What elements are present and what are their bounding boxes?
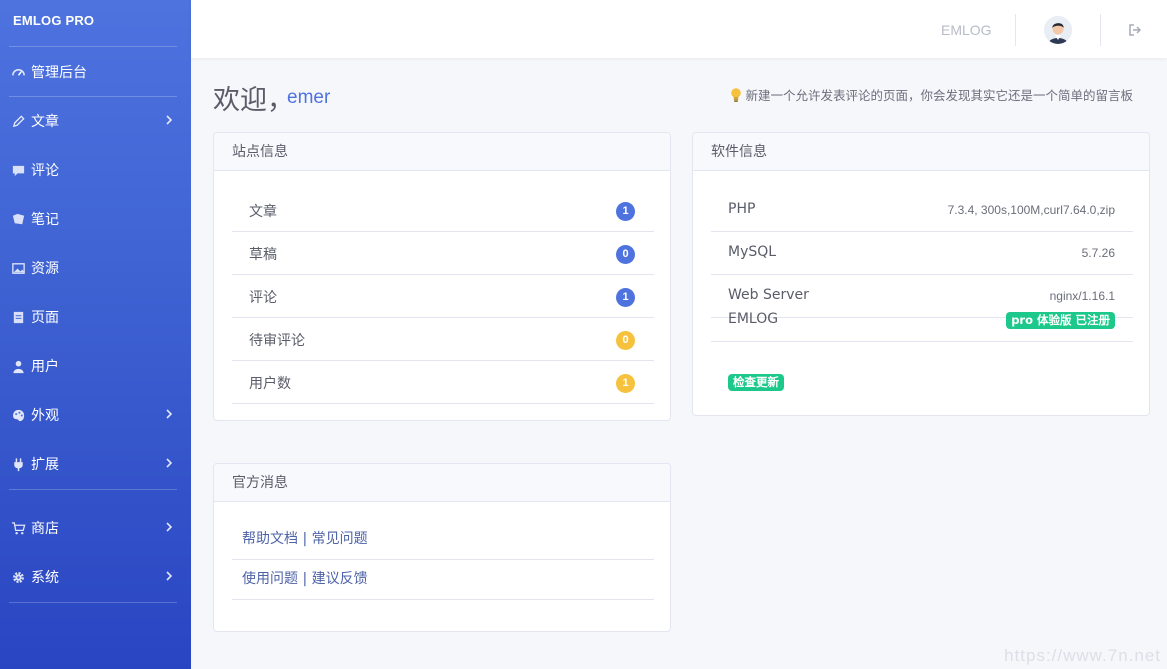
- news-link[interactable]: 常见问题: [312, 531, 368, 547]
- sidebar-item-extra-1[interactable]: 系统: [0, 557, 191, 597]
- software-row-label: PHP: [728, 201, 756, 217]
- site-info-row: 评论 1: [232, 275, 654, 318]
- site-info-row: 文章 1: [232, 189, 654, 232]
- news-row: 帮助文档 | 常见问题: [232, 520, 654, 560]
- sidebar-item-main-4[interactable]: 页面: [0, 297, 191, 337]
- note-icon: [10, 211, 27, 228]
- sidebar-item-main-6[interactable]: 外观: [0, 395, 191, 435]
- tip-text: 新建一个允许发表评论的页面，你会发现其实它还是一个简单的留言板: [730, 85, 1133, 104]
- news-card: 官方消息 帮助文档 | 常见问题 使用问题 | 建议反馈: [213, 463, 671, 632]
- news-link[interactable]: 建议反馈: [312, 571, 368, 587]
- plug-icon: [10, 456, 27, 473]
- license-badge: pro 体验版 已注册: [1006, 312, 1115, 329]
- software-row-value: 7.3.4, 300s,100M,curl7.64.0,zip: [947, 203, 1115, 217]
- count-badge: 1: [616, 202, 635, 221]
- sidebar-item-label: 管理后台: [31, 65, 87, 81]
- chevron-right-icon: [166, 522, 173, 532]
- user-icon: [10, 358, 27, 375]
- site-info-card: 站点信息 文章 1 草稿 0 评论 1 待审评论 0 用户数 1: [213, 132, 671, 421]
- sidebar-item-main-5[interactable]: 用户: [0, 346, 191, 386]
- watermark: https://www.7n.net: [1004, 646, 1161, 665]
- news-separator: |: [298, 531, 312, 547]
- logout-icon[interactable]: [1128, 22, 1142, 36]
- count-badge: 1: [616, 288, 635, 307]
- count-badge: 0: [616, 245, 635, 264]
- sidebar-item-label: 外观: [31, 408, 59, 424]
- site-info-title: 站点信息: [214, 133, 670, 171]
- sidebar-item-label: 页面: [31, 310, 59, 326]
- chevron-right-icon: [166, 458, 173, 468]
- software-row-label: MySQL: [728, 244, 777, 260]
- sidebar-item-label: 笔记: [31, 212, 59, 228]
- site-info-label: 评论: [249, 290, 277, 306]
- chevron-right-icon: [166, 571, 173, 581]
- sidebar: EMLOG PRO 管理后台 文章评论笔记资源页面用户外观扩展 商店系统: [0, 0, 191, 669]
- sidebar-item-extra-0[interactable]: 商店: [0, 508, 191, 548]
- sidebar-item-label: 系统: [31, 570, 59, 586]
- gear-icon: [10, 569, 27, 586]
- software-row-value: 5.7.26: [1081, 246, 1115, 260]
- site-info-row: 用户数 1: [232, 361, 654, 404]
- sidebar-item-label: 商店: [31, 521, 59, 537]
- sidebar-item-main-7[interactable]: 扩展: [0, 444, 191, 484]
- sidebar-divider: [9, 46, 177, 47]
- sidebar-item-dashboard[interactable]: 管理后台: [0, 52, 191, 92]
- news-separator: |: [298, 571, 312, 587]
- site-info-label: 文章: [249, 204, 277, 220]
- sidebar-divider: [9, 602, 177, 603]
- welcome-username: emer: [287, 87, 331, 108]
- site-info-label: 待审评论: [249, 333, 305, 349]
- pencil-icon: [10, 113, 27, 130]
- sidebar-item-label: 用户: [31, 359, 59, 375]
- software-info-row: MySQL 5.7.26: [711, 232, 1133, 275]
- sidebar-item-label: 文章: [31, 114, 59, 130]
- site-name-link[interactable]: EMLOG: [941, 22, 992, 38]
- palette-icon: [10, 407, 27, 424]
- comment-icon: [10, 162, 27, 179]
- news-row: 使用问题 | 建议反馈: [232, 560, 654, 600]
- tip-label: 新建一个允许发表评论的页面，你会发现其实它还是一个简单的留言板: [745, 88, 1133, 103]
- image-icon: [10, 260, 27, 277]
- count-badge: 0: [616, 331, 635, 350]
- site-info-label: 用户数: [249, 376, 291, 392]
- sidebar-item-main-3[interactable]: 资源: [0, 248, 191, 288]
- sidebar-item-main-0[interactable]: 文章: [0, 101, 191, 141]
- chevron-right-icon: [166, 409, 173, 419]
- user-avatar[interactable]: [1044, 16, 1072, 44]
- news-link[interactable]: 帮助文档: [242, 531, 298, 547]
- sidebar-item-label: 扩展: [31, 457, 59, 473]
- dashboard-icon: [10, 64, 27, 81]
- page-icon: [10, 309, 27, 326]
- site-info-row: 待审评论 0: [232, 318, 654, 361]
- topbar: EMLOG: [191, 0, 1167, 58]
- sidebar-item-main-2[interactable]: 笔记: [0, 199, 191, 239]
- news-title: 官方消息: [214, 464, 670, 502]
- cart-icon: [10, 520, 27, 537]
- chevron-right-icon: [166, 115, 173, 125]
- sidebar-item-label: 评论: [31, 163, 59, 179]
- lightbulb-icon: [731, 87, 742, 102]
- site-info-label: 草稿: [249, 247, 277, 263]
- sidebar-item-label: 资源: [31, 261, 59, 277]
- count-badge: 1: [616, 374, 635, 393]
- software-row-emlog: EMLOG pro 体验版 已注册: [711, 299, 1133, 342]
- topbar-divider: [1100, 14, 1101, 46]
- welcome-heading: 欢迎，: [213, 85, 294, 116]
- software-info-card: 软件信息 PHP 7.3.4, 300s,100M,curl7.64.0,zip M…: [692, 132, 1150, 416]
- software-info-row: PHP 7.3.4, 300s,100M,curl7.64.0,zip: [711, 189, 1133, 232]
- news-link[interactable]: 使用问题: [242, 571, 298, 587]
- site-info-row: 草稿 0: [232, 232, 654, 275]
- sidebar-item-main-1[interactable]: 评论: [0, 150, 191, 190]
- software-info-title: 软件信息: [693, 133, 1149, 171]
- sidebar-divider: [9, 489, 177, 490]
- sidebar-divider: [9, 96, 177, 97]
- brand-logo[interactable]: EMLOG PRO: [13, 13, 94, 28]
- software-row-label: EMLOG: [728, 311, 779, 327]
- check-update-button[interactable]: 检查更新: [728, 374, 784, 391]
- topbar-divider: [1015, 14, 1016, 46]
